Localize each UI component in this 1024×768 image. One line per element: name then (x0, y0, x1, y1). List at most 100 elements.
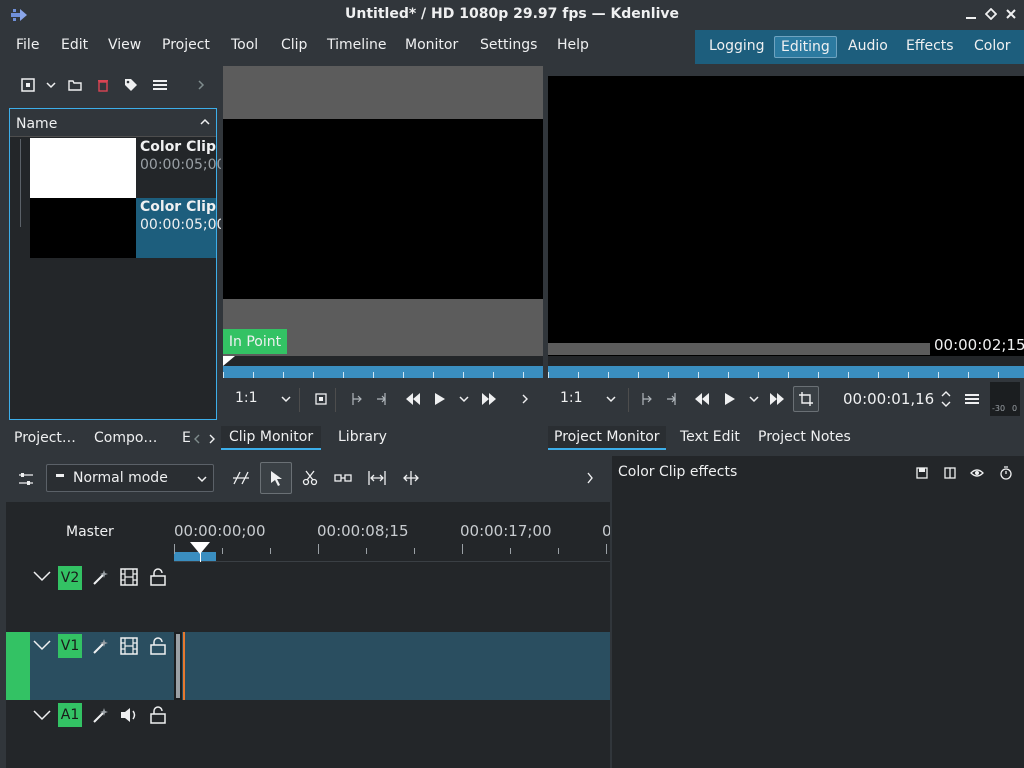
timecode-spinner-icon[interactable] (941, 390, 951, 408)
project-monitor-ruler[interactable] (548, 366, 1024, 378)
clip-monitor-ruler[interactable] (223, 366, 543, 378)
active-track-indicator[interactable] (6, 632, 30, 700)
lock-icon[interactable] (150, 637, 166, 655)
menu-monitor[interactable]: Monitor (405, 37, 458, 53)
layout-effects[interactable]: Effects (906, 38, 954, 54)
roll-tool-icon[interactable] (402, 470, 420, 486)
crop-toggle-button[interactable] (793, 386, 819, 412)
menu-settings[interactable]: Settings (480, 37, 537, 53)
layout-logging[interactable]: Logging (709, 38, 765, 54)
tab-project-notes[interactable]: Project Notes (758, 429, 851, 445)
monitor-menu-icon[interactable] (965, 393, 979, 405)
tab-scroll-left-icon[interactable] (193, 434, 201, 444)
track-name[interactable]: A1 (58, 703, 82, 727)
chevron-down-icon[interactable] (281, 395, 291, 403)
maximize-icon[interactable] (985, 8, 997, 20)
position-timecode[interactable]: 00:00:01,16 (843, 390, 934, 408)
chevron-right-icon[interactable] (191, 75, 211, 95)
delete-icon[interactable] (93, 75, 113, 95)
tab-library[interactable]: Library (338, 429, 387, 445)
layout-audio[interactable]: Audio (848, 38, 888, 54)
add-folder-icon[interactable] (65, 75, 85, 95)
layout-editing[interactable]: Editing (774, 36, 837, 58)
chevron-down-icon[interactable] (749, 395, 759, 403)
timer-icon[interactable] (1000, 466, 1012, 480)
track-name[interactable]: V1 (58, 634, 82, 658)
chevron-right-icon[interactable] (521, 394, 529, 404)
play-icon[interactable] (434, 392, 446, 406)
add-clip-icon[interactable] (18, 75, 38, 95)
menu-file[interactable]: File (16, 37, 39, 53)
close-icon[interactable] (1005, 8, 1017, 20)
effects-wand-icon[interactable] (92, 706, 110, 724)
lock-icon[interactable] (150, 568, 166, 586)
tag-icon[interactable] (121, 75, 141, 95)
set-out-point-icon[interactable] (376, 392, 388, 406)
selection-tool-button[interactable] (260, 462, 292, 494)
timeline-clip[interactable] (174, 632, 182, 700)
tab-text-edit[interactable]: Text Edit (680, 429, 740, 445)
compare-icon[interactable] (944, 467, 956, 479)
tab-project-monitor[interactable]: Project Monitor (548, 426, 666, 450)
bin-clip-item[interactable]: Color Clip 00:00:05;00 (30, 138, 225, 198)
sort-chevron-up-icon[interactable] (200, 118, 210, 126)
minimize-icon[interactable] (965, 8, 977, 20)
chevron-right-icon[interactable] (586, 472, 594, 484)
menu-help[interactable]: Help (557, 37, 589, 53)
chevron-down-icon[interactable] (459, 395, 469, 403)
razor-tool-icon[interactable] (302, 470, 318, 486)
tab-compositions[interactable]: Compo… (94, 430, 157, 446)
tab-clip-monitor[interactable]: Clip Monitor (221, 426, 322, 450)
effects-wand-icon[interactable] (92, 637, 110, 655)
project-monitor-bottom-strip (548, 343, 930, 355)
menu-icon[interactable] (150, 75, 170, 95)
menu-timeline[interactable]: Timeline (327, 37, 387, 53)
play-icon[interactable] (724, 392, 736, 406)
project-monitor-tabbar: Project Monitor Text Edit Project Notes (546, 424, 1024, 454)
collapse-chevron-icon[interactable] (33, 639, 51, 651)
bin-header[interactable]: Name (10, 109, 216, 137)
timeline-settings-icon[interactable] (18, 471, 34, 487)
menu-clip[interactable]: Clip (281, 37, 307, 53)
slip-tool-icon[interactable] (334, 471, 352, 485)
lock-icon[interactable] (150, 706, 166, 724)
menu-view[interactable]: View (108, 37, 141, 53)
tab-project[interactable]: Project… (14, 430, 76, 446)
menu-edit[interactable]: Edit (61, 37, 88, 53)
set-out-point-icon[interactable] (666, 392, 678, 406)
rewind-icon[interactable] (694, 392, 710, 406)
effects-wand-icon[interactable] (92, 568, 110, 586)
project-zoom-select[interactable]: 1:1 (560, 390, 583, 406)
tab-effects[interactable]: E (182, 430, 191, 446)
divider (628, 388, 629, 412)
clip-zoom-select[interactable]: 1:1 (235, 390, 258, 406)
edit-mode-select[interactable]: Normal mode (46, 464, 214, 492)
chevron-down-icon[interactable] (41, 75, 61, 95)
master-label[interactable]: Master (66, 524, 114, 540)
timeline-ruler[interactable]: 00:00:00;00 00:00:08;15 00:00:17;00 0 (174, 518, 612, 562)
project-monitor-video[interactable] (548, 76, 1024, 356)
set-in-point-icon[interactable] (350, 392, 362, 406)
save-stack-icon[interactable] (916, 467, 928, 479)
tab-scroll-right-icon[interactable] (208, 434, 216, 444)
menu-tool[interactable]: Tool (231, 37, 258, 53)
rewind-icon[interactable] (405, 392, 421, 406)
set-in-point-icon[interactable] (640, 392, 652, 406)
film-icon[interactable] (120, 568, 138, 586)
layout-color[interactable]: Color (974, 38, 1011, 54)
ripple-tool-icon[interactable] (368, 470, 386, 486)
eye-icon[interactable] (970, 467, 984, 479)
collapse-chevron-icon[interactable] (33, 709, 51, 721)
spacer-tool-icon[interactable] (232, 470, 250, 486)
fit-zoom-icon[interactable] (315, 393, 327, 405)
collapse-chevron-icon[interactable] (33, 570, 51, 582)
bin-clip-item-selected[interactable]: Color Clip 00:00:05;00 (30, 198, 225, 258)
speaker-icon[interactable] (120, 706, 138, 724)
chevron-down-icon[interactable] (606, 395, 616, 403)
fast-forward-icon[interactable] (769, 392, 785, 406)
fast-forward-icon[interactable] (481, 392, 497, 406)
film-icon[interactable] (120, 637, 138, 655)
ruler-tick (558, 548, 559, 554)
menu-project[interactable]: Project (162, 37, 210, 53)
track-name[interactable]: V2 (58, 566, 82, 590)
